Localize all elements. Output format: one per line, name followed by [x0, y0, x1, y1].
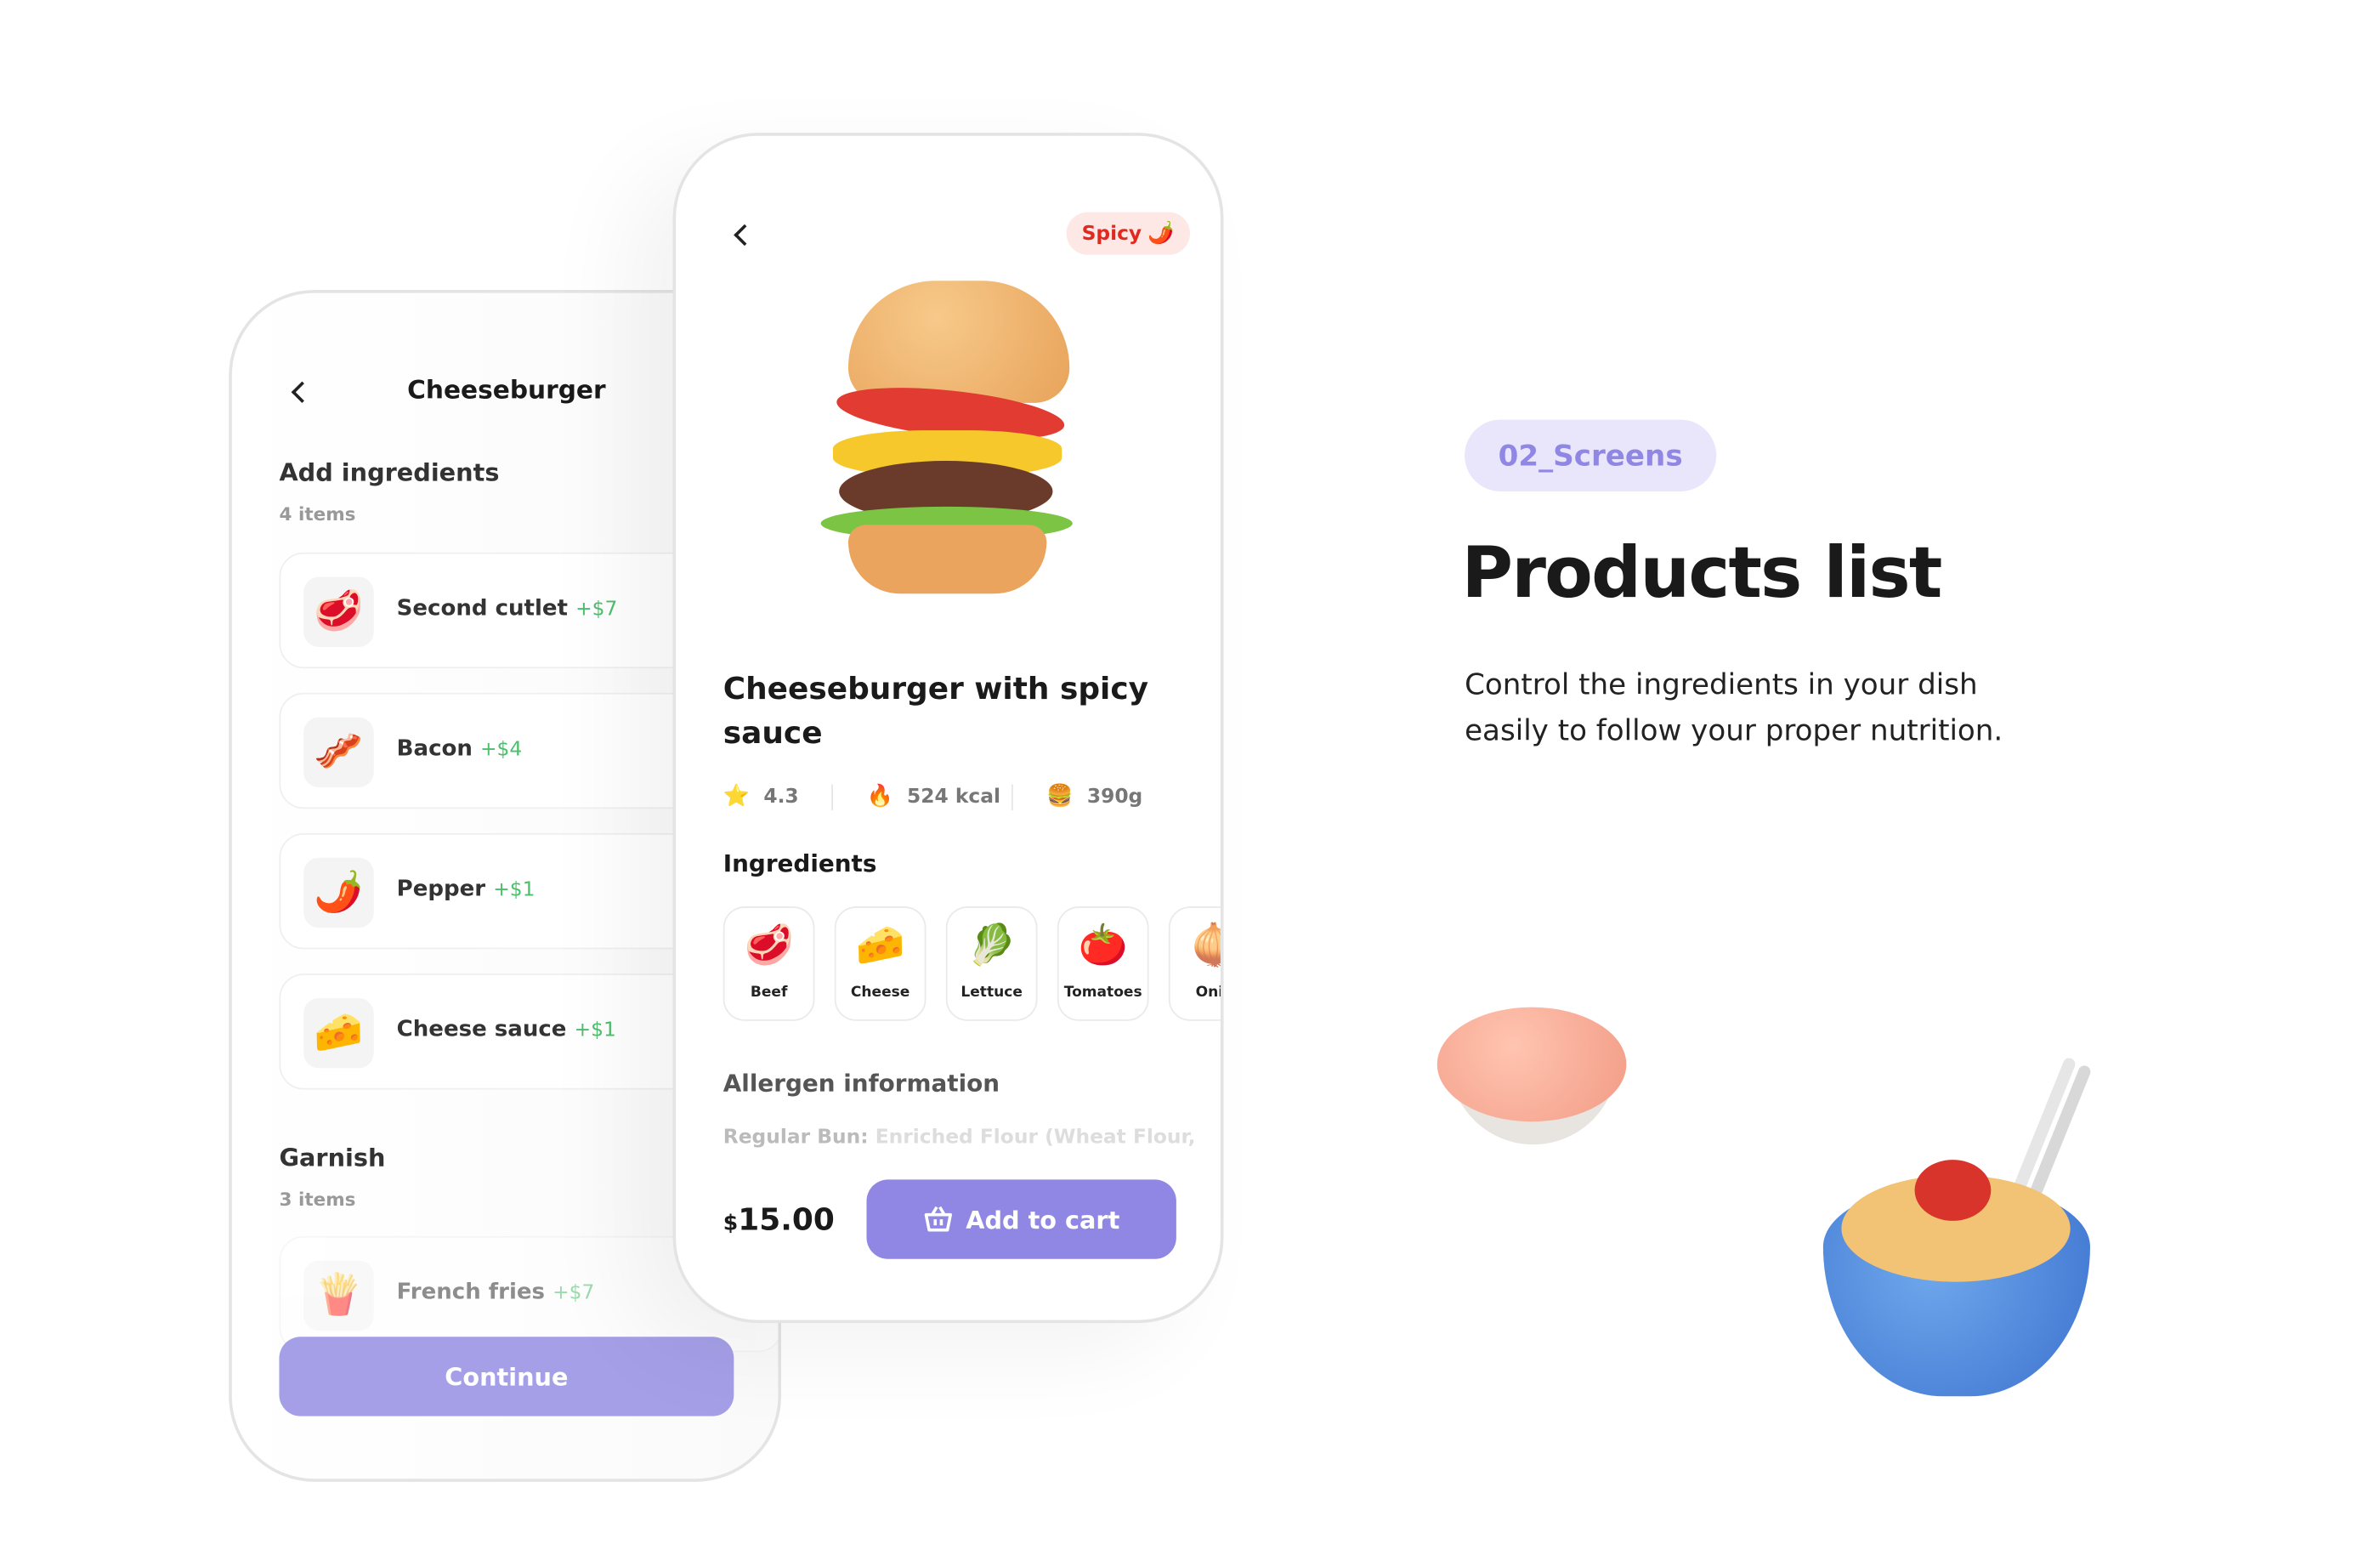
section-tag: 02_Screens — [1465, 419, 1717, 491]
ingredient-card[interactable]: 🧀 Cheese — [834, 906, 926, 1021]
stat-icon: 🍔 — [1046, 784, 1074, 809]
product-detail-screen: Spicy 🌶️ Cheeseburger with spicy sauce ⭐… — [672, 133, 1224, 1324]
add-to-cart-button[interactable]: Add to cart — [866, 1179, 1176, 1259]
item-name: Pepper — [396, 877, 486, 902]
ingredient-card[interactable]: 🍅 Tomatoes — [1057, 906, 1149, 1021]
ingredient-icon: 🧀 — [855, 922, 905, 969]
stat-divider — [831, 784, 833, 811]
item-price: +$1 — [574, 1019, 616, 1042]
product-title: Cheeseburger with spicy sauce — [722, 669, 1149, 752]
info-title: Products list — [1461, 531, 1942, 614]
price: $15.00 — [722, 1201, 835, 1238]
ingredient-label: Beef — [750, 984, 788, 1002]
spicy-badge: Spicy 🌶️ — [1066, 212, 1190, 255]
add-to-cart-label: Add to cart — [966, 1205, 1120, 1235]
continue-button[interactable]: Continue — [279, 1337, 734, 1416]
item-name: French fries — [396, 1280, 546, 1305]
ingredient-label: Onio — [1195, 984, 1224, 1002]
info-description: Control the ingredients in your dish eas… — [1465, 668, 2003, 748]
ingredients-title: Ingredients — [722, 849, 877, 878]
item-price: +$7 — [552, 1281, 595, 1305]
pie-image — [1436, 1007, 1627, 1148]
chili-icon: 🌶️ — [1148, 221, 1175, 246]
ingredient-icon: 🍅 — [1078, 922, 1128, 969]
ingredient-icon: 🥓 — [303, 717, 374, 788]
stat-value: 4.3 — [763, 786, 799, 809]
section-title: Add ingredients — [279, 457, 500, 487]
item-name: Bacon — [396, 736, 473, 762]
badge-label: Spicy — [1081, 222, 1142, 246]
garnish-title: Garnish — [279, 1143, 386, 1172]
fries-icon: 🍟 — [303, 1260, 374, 1331]
ingredient-card[interactable]: 🥩 Beef — [722, 906, 815, 1021]
ingredient-label: Cheese — [850, 984, 910, 1002]
stat-icon: ⭐ — [722, 784, 751, 809]
burger-image — [820, 281, 1080, 609]
stat-item: 🔥 524 kcal — [866, 785, 1000, 809]
item-name: Second cutlet — [396, 596, 569, 622]
item-price: +$4 — [479, 738, 523, 762]
ingredient-label: Lettuce — [960, 984, 1023, 1002]
garnish-count: 3 items — [279, 1189, 356, 1211]
stat-icon: 🔥 — [866, 784, 893, 809]
item-price: +$7 — [575, 598, 618, 622]
ingredient-icon: 🌶️ — [303, 857, 374, 928]
stat-item: ⭐ 4.3 — [723, 785, 799, 809]
item-name: Cheese sauce — [396, 1018, 567, 1042]
stat-value: 390g — [1086, 786, 1143, 809]
item-price: +$1 — [493, 878, 536, 902]
ingredient-icon: 🥩 — [303, 576, 374, 648]
ingredient-icon: 🧀 — [303, 997, 374, 1069]
stat-divider — [1011, 784, 1013, 811]
basket-icon — [924, 1206, 953, 1232]
back-chevron-icon[interactable] — [734, 224, 756, 247]
ingredient-icon: 🥩 — [744, 922, 794, 969]
ingredient-icon: 🥬 — [966, 922, 1017, 969]
section-count: 4 items — [279, 503, 356, 525]
ingredient-label: Tomatoes — [1063, 984, 1142, 1002]
allergen-title: Allergen information — [722, 1070, 1000, 1098]
ingredient-card[interactable]: 🥬 Lettuce — [945, 906, 1038, 1021]
noodle-bowl-image — [1822, 1053, 2098, 1397]
stat-value: 524 kcal — [907, 786, 1000, 809]
ingredient-icon: 🧅 — [1170, 923, 1221, 969]
stat-item: 🍔 390g — [1046, 785, 1142, 809]
ingredient-card[interactable]: 🧅 Onio — [1168, 906, 1224, 1021]
allergen-text: Regular Bun: Enriched Flour (Wheat Flour… — [722, 1126, 1196, 1149]
